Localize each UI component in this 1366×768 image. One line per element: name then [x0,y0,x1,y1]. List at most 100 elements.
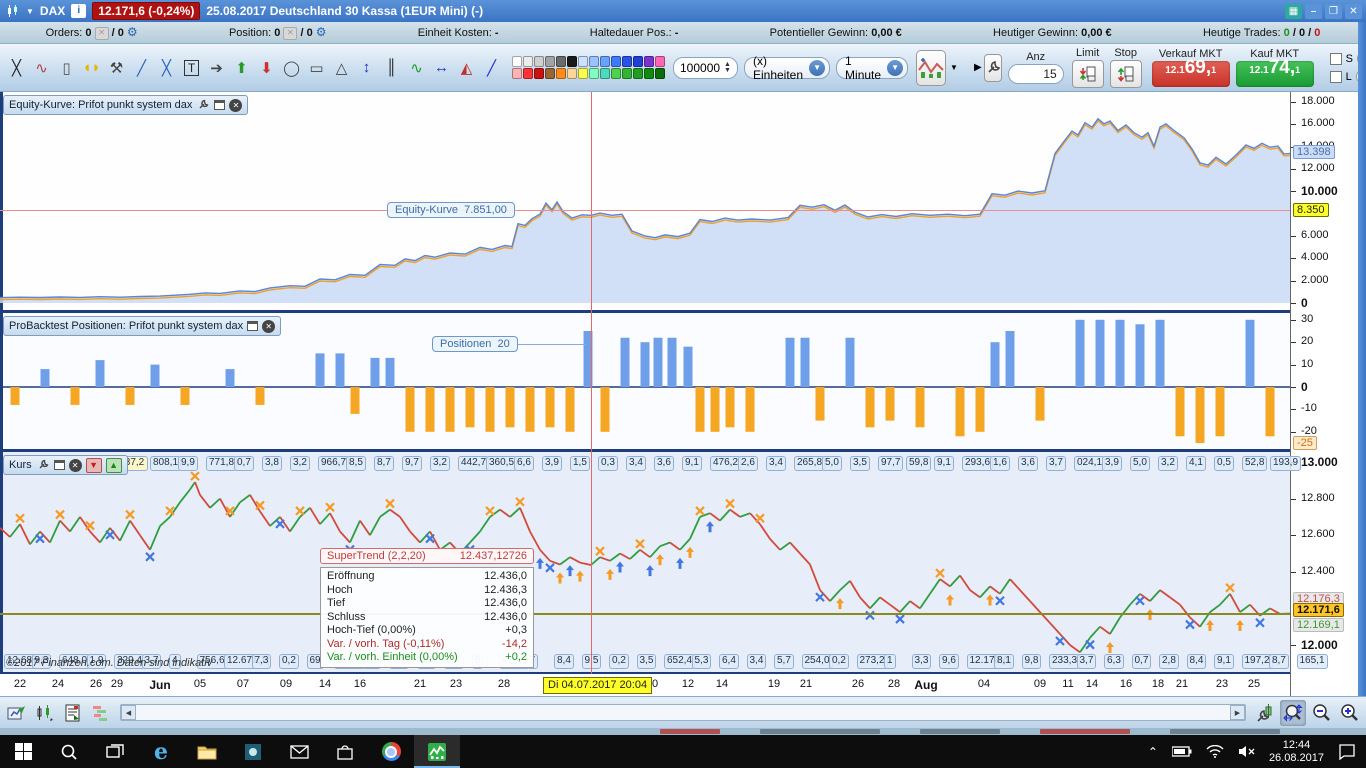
instrument-name[interactable]: DAX [40,4,65,18]
mini-segment-icon[interactable]: ╱ [479,53,504,83]
color-swatch[interactable] [534,56,544,67]
price-panel-tab[interactable]: Kurs ✕ ▼ ▲ [3,455,128,475]
color-swatch[interactable] [589,68,599,79]
price-settings-wrench-icon[interactable] [36,459,50,472]
color-swatch[interactable] [622,68,632,79]
close-icon[interactable]: ✕ [1345,3,1362,19]
color-swatch[interactable] [545,56,555,67]
orders-settings-icon[interactable]: ⚙ [127,25,138,39]
color-swatch[interactable] [655,68,665,79]
timeframe-dropdown[interactable]: 1 Minute ▼ [836,54,909,82]
equity-chart[interactable] [0,92,1290,310]
color-swatch[interactable] [512,68,522,79]
equity-close-icon[interactable]: ✕ [229,98,243,112]
color-swatch[interactable] [655,56,665,67]
color-swatch[interactable] [567,56,577,67]
position-clear-icon[interactable]: ✕ [283,27,298,40]
positions-close-icon[interactable]: ✕ [262,319,276,333]
color-swatch[interactable] [578,56,588,67]
edge-icon[interactable]: e [138,735,184,768]
text-tool-icon[interactable]: T [179,53,204,83]
segment-icon[interactable]: ╱ [129,53,154,83]
color-swatch[interactable] [556,68,566,79]
report-icon[interactable] [60,700,86,726]
crossed-segment-icon[interactable]: ╳ [154,53,179,83]
hidden-icons-chevron[interactable]: ⌃ [1148,745,1158,759]
qty-input[interactable]: 15 [1007,64,1064,84]
chrome-icon[interactable] [368,735,414,768]
battery-icon[interactable] [1171,746,1192,757]
multi-trendline-icon[interactable]: ╳ [4,53,29,83]
equity-maximize-icon[interactable] [214,100,226,110]
alarm-bell-icon[interactable]: ◖◗ [79,53,104,83]
scroll-right-icon[interactable]: ▶ [1230,705,1245,720]
stop-checkbox[interactable] [1329,52,1342,65]
position-settings-icon[interactable]: ⚙ [316,25,327,39]
color-swatch[interactable] [523,68,533,79]
order-settings-button[interactable] [983,53,1002,82]
arrow-up-icon[interactable]: ⬆ [229,53,254,83]
color-swatch[interactable] [545,68,555,79]
ellipse-tool-icon[interactable]: ◯ [279,53,304,83]
vertical-range-icon[interactable]: ↕ [354,53,379,83]
sell-mkt-button[interactable]: 12.1 69, 1 [1151,58,1230,87]
clock[interactable]: 12:44 26.08.2017 [1269,739,1324,765]
horizontal-extend-icon[interactable]: ↔ [429,53,454,83]
action-center-icon[interactable] [1338,743,1356,760]
color-swatch[interactable] [633,56,643,67]
units-dropdown[interactable]: (x) Einheiten ▼ [743,54,831,82]
wifi-icon[interactable] [1206,745,1224,758]
quantity-input[interactable]: 100000 ▲ ▼ [673,56,738,79]
rectangle-tool-icon[interactable]: ▭ [304,53,329,83]
store-app-icon[interactable] [322,735,368,768]
price-chart[interactable] [0,452,1290,672]
color-swatch[interactable] [611,68,621,79]
color-swatch[interactable] [589,56,599,67]
task-view-icon[interactable] [92,735,138,768]
color-swatch[interactable] [534,68,544,79]
trash-icon[interactable]: ▯ [54,53,79,83]
color-swatch[interactable] [611,56,621,67]
tools-icon[interactable]: ⚒ [104,53,129,83]
chart-export-icon[interactable] [4,700,30,726]
price-axis[interactable]: 13.398 8.350 -25 12.176,3 12.169,1 12.17… [1290,92,1359,696]
chart-type-caret[interactable]: ▼ [950,63,958,72]
minimize-icon[interactable]: – [1305,3,1322,19]
zoom-out-icon[interactable] [1308,700,1334,726]
info-icon[interactable]: i [71,4,87,18]
limit-checkbox[interactable] [1329,70,1342,83]
trend-zigzag-icon[interactable]: ∿ [29,53,54,83]
scroll-left-icon[interactable]: ◀ [121,705,136,720]
color-swatch[interactable] [644,68,654,79]
color-swatch[interactable] [644,56,654,67]
zigzag-indicator-icon[interactable]: ∿ [404,53,429,83]
volume-muted-icon[interactable] [1238,745,1255,758]
instrument-dropdown-caret[interactable]: ▼ [26,7,34,16]
sell-arrow-icon[interactable]: ▼ [85,457,102,473]
trading-app-icon[interactable] [414,735,460,768]
positions-maximize-icon[interactable] [247,321,259,331]
photos-app-icon[interactable] [230,735,276,768]
buy-arrow-icon[interactable]: ▲ [105,457,122,473]
equity-panel-tab[interactable]: Equity-Kurve: Prifot punkt system dax ✕ [3,95,249,115]
horizontal-scrollbar[interactable]: ◀ ▶ [120,704,1246,721]
equity-settings-wrench-icon[interactable] [196,99,210,112]
color-swatch[interactable] [567,68,577,79]
orders-clear-icon[interactable]: ✕ [94,27,109,40]
price-close-icon[interactable]: ✕ [68,458,82,472]
buy-mkt-button[interactable]: 12.1 74, 1 [1235,58,1314,87]
order-book-icon[interactable] [88,700,114,726]
start-button[interactable] [0,735,46,768]
arrow-down-icon[interactable]: ⬇ [254,53,279,83]
color-swatch[interactable] [600,56,610,67]
color-swatch[interactable] [600,68,610,79]
stop-order-button[interactable] [1109,60,1142,88]
color-swatch[interactable] [633,68,643,79]
maximize-icon[interactable]: ❐ [1325,3,1342,19]
color-swatch[interactable] [622,56,632,67]
pattern-tool-icon[interactable]: ◭ [454,53,479,83]
zoom-pan-icon[interactable] [1280,699,1306,726]
multi-vline-icon[interactable]: ║ [379,53,404,83]
positions-panel-tab[interactable]: ProBacktest Positionen: Prifot punkt sys… [3,316,282,336]
workspace-grid-icon[interactable]: ▦ [1285,3,1302,19]
